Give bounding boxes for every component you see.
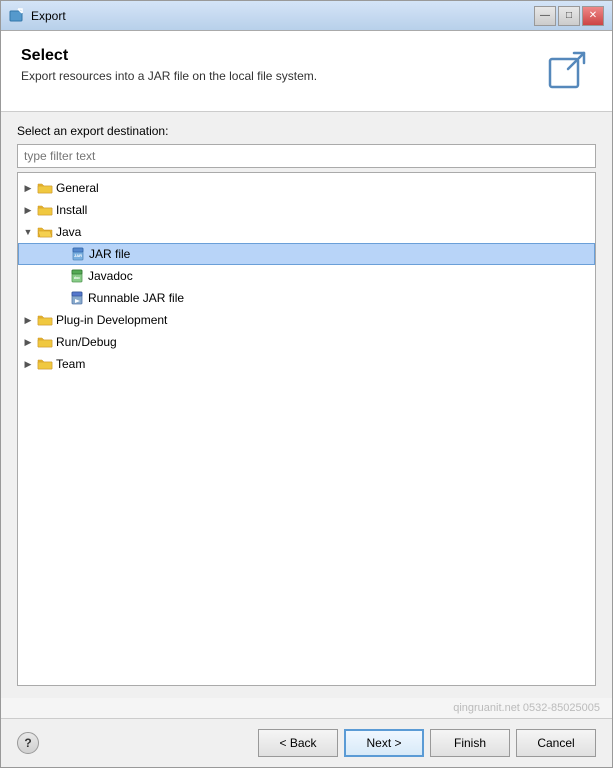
minimize-button[interactable]: —	[534, 6, 556, 26]
tree-item-javadoc[interactable]: doc Javadoc	[18, 265, 595, 287]
cancel-button[interactable]: Cancel	[516, 729, 596, 757]
tree-item-label-general: General	[56, 181, 99, 195]
tree-item-general[interactable]: ▶ General	[18, 177, 595, 199]
toggle-run-debug[interactable]: ▶	[22, 336, 34, 348]
tree-item-label-jar: JAR file	[89, 247, 130, 261]
tree-item-label-team: Team	[56, 357, 85, 371]
title-bar: Export — □ ✕	[1, 1, 612, 31]
header-section: Select Export resources into a JAR file …	[1, 31, 612, 112]
jar-file-icon: JAR	[70, 246, 86, 262]
toggle-install[interactable]: ▶	[22, 204, 34, 216]
tree-item-label-plugin: Plug-in Development	[56, 313, 167, 327]
export-dialog: Export — □ ✕ Select Export resources int…	[0, 0, 613, 768]
svg-text:JAR: JAR	[74, 253, 82, 258]
watermark: qingruanit.net 0532-85025005	[1, 698, 612, 718]
tree-item-plugin-dev[interactable]: ▶ Plug-in Development	[18, 309, 595, 331]
runnable-jar-icon	[69, 290, 85, 306]
page-title: Select	[21, 47, 317, 65]
back-button[interactable]: < Back	[258, 729, 338, 757]
page-subtitle: Export resources into a JAR file on the …	[21, 69, 317, 83]
export-icon	[546, 49, 590, 93]
toggle-java[interactable]: ▼	[22, 226, 34, 238]
toggle-javadoc	[54, 270, 66, 282]
main-section: Select an export destination: ▶ General	[1, 112, 612, 698]
toggle-general[interactable]: ▶	[22, 182, 34, 194]
window-controls: — □ ✕	[534, 6, 604, 26]
tree-item-install[interactable]: ▶ Install	[18, 199, 595, 221]
toggle-jar	[55, 248, 67, 260]
folder-closed-icon-plugin	[37, 312, 53, 328]
footer-left: ?	[17, 732, 39, 754]
folder-closed-icon	[37, 180, 53, 196]
content-area: Select Export resources into a JAR file …	[1, 31, 612, 767]
window-title: Export	[31, 9, 534, 23]
close-button[interactable]: ✕	[582, 6, 604, 26]
tree-container: ▶ General ▶	[17, 172, 596, 686]
section-label: Select an export destination:	[17, 124, 596, 138]
toggle-plugin[interactable]: ▶	[22, 314, 34, 326]
javadoc-icon: doc	[69, 268, 85, 284]
folder-closed-icon-run-debug	[37, 334, 53, 350]
footer: ? < Back Next > Finish Cancel	[1, 718, 612, 767]
finish-button[interactable]: Finish	[430, 729, 510, 757]
tree-item-runnable-jar[interactable]: Runnable JAR file	[18, 287, 595, 309]
tree-item-label-javadoc: Javadoc	[88, 269, 133, 283]
toggle-runnable-jar	[54, 292, 66, 304]
window-icon	[9, 8, 25, 24]
footer-buttons: < Back Next > Finish Cancel	[258, 729, 596, 757]
tree-item-jar-file[interactable]: JAR JAR file	[18, 243, 595, 265]
tree-item-team[interactable]: ▶ Team	[18, 353, 595, 375]
filter-input[interactable]	[17, 144, 596, 168]
tree-item-java[interactable]: ▼ Java	[18, 221, 595, 243]
next-button[interactable]: Next >	[344, 729, 424, 757]
header-text: Select Export resources into a JAR file …	[21, 47, 317, 83]
folder-closed-icon-install	[37, 202, 53, 218]
tree-item-label-java: Java	[56, 225, 81, 239]
tree-item-label-install: Install	[56, 203, 87, 217]
folder-open-icon-java	[37, 224, 53, 240]
toggle-team[interactable]: ▶	[22, 358, 34, 370]
svg-text:doc: doc	[74, 276, 80, 280]
header-icon	[544, 47, 592, 95]
tree-item-label-run-debug: Run/Debug	[56, 335, 117, 349]
tree-item-label-runnable-jar: Runnable JAR file	[88, 291, 184, 305]
folder-closed-icon-team	[37, 356, 53, 372]
help-button[interactable]: ?	[17, 732, 39, 754]
tree-item-run-debug[interactable]: ▶ Run/Debug	[18, 331, 595, 353]
maximize-button[interactable]: □	[558, 6, 580, 26]
